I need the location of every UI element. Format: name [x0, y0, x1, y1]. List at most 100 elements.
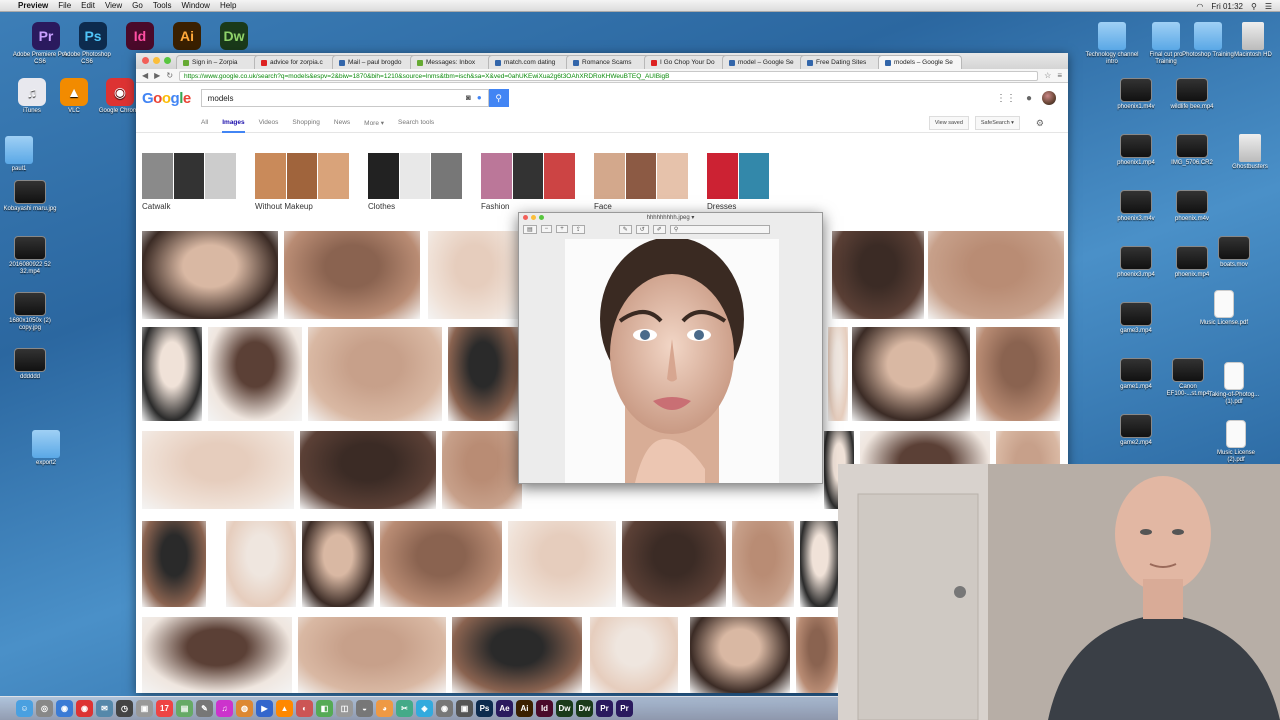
dock-app-icon[interactable]: ◉: [56, 700, 73, 717]
menu-window[interactable]: Window: [182, 1, 210, 10]
browser-tab[interactable]: match.com dating: [488, 55, 572, 69]
rotate-icon[interactable]: ↺: [635, 224, 649, 234]
desktop-icon[interactable]: phoenix1.m4v: [1108, 78, 1164, 111]
notifications-icon[interactable]: ●: [1026, 93, 1032, 104]
dock-app-icon[interactable]: ✂: [396, 700, 413, 717]
menu-edit[interactable]: Edit: [81, 1, 95, 10]
forward-icon[interactable]: ▶: [154, 71, 160, 80]
image-result-thumbnail[interactable]: [852, 327, 970, 421]
browser-tab[interactable]: advice for zorpia.c: [254, 55, 338, 69]
markup-icon[interactable]: ✎: [618, 224, 632, 234]
dock-app-icon[interactable]: Pr: [616, 700, 633, 717]
related-search-dresses[interactable]: Dresses: [707, 153, 802, 211]
dock-app-icon[interactable]: ◷: [116, 700, 133, 717]
image-result-thumbnail[interactable]: [142, 327, 202, 421]
image-result-thumbnail[interactable]: [142, 431, 294, 509]
browser-tab[interactable]: I Go Chop Your Do: [644, 55, 728, 69]
safesearch-button[interactable]: SafeSearch ▾: [974, 116, 1020, 130]
dock-app-icon[interactable]: Ae: [496, 700, 513, 717]
image-result-thumbnail[interactable]: [590, 617, 678, 693]
dock-app-icon[interactable]: ✎: [196, 700, 213, 717]
zoom-button[interactable]: [164, 57, 171, 64]
desktop-icon[interactable]: IMG_5706.CR2: [1164, 134, 1220, 167]
tab-images[interactable]: Images: [222, 119, 245, 133]
search-icon[interactable]: ⚲: [669, 224, 770, 234]
browser-tab[interactable]: Mail – paul brogdo: [332, 55, 416, 69]
search-icon[interactable]: ⚲: [1251, 2, 1257, 11]
reload-icon[interactable]: ↻: [166, 71, 173, 80]
preview-zoom-button[interactable]: [539, 215, 544, 220]
dock-app-icon[interactable]: ▶: [256, 700, 273, 717]
image-result-thumbnail[interactable]: [622, 521, 726, 607]
image-result-thumbnail[interactable]: [732, 521, 794, 607]
list-icon[interactable]: ☰: [1265, 2, 1272, 11]
menu-go[interactable]: Go: [132, 1, 143, 10]
view-saved-button[interactable]: View saved: [928, 116, 969, 130]
browser-tab[interactable]: model – Google Se: [722, 55, 806, 69]
dock-app-icon[interactable]: ▤: [176, 700, 193, 717]
dock-app-icon[interactable]: Ai: [516, 700, 533, 717]
image-result-thumbnail[interactable]: [508, 521, 616, 607]
dock-app-icon[interactable]: ◍: [236, 700, 253, 717]
related-search-face[interactable]: Face: [594, 153, 689, 211]
dock-app-icon[interactable]: ▣: [456, 700, 473, 717]
menu-view[interactable]: View: [105, 1, 122, 10]
desktop-icon[interactable]: 1680x1050x (2) copy.jpg: [2, 292, 58, 332]
dock-app-icon[interactable]: ◉: [76, 700, 93, 717]
clock[interactable]: Fri 01:32: [1211, 2, 1243, 11]
search-button[interactable]: ⚲: [488, 89, 509, 107]
dock-app-icon[interactable]: Id: [536, 700, 553, 717]
desktop-icon[interactable]: Kobayashi maru.jpg: [2, 180, 58, 213]
sidebar-icon[interactable]: ▤: [523, 224, 537, 234]
preview-titlebar[interactable]: hhhhhhhhh.jpeg ▾: [519, 213, 822, 223]
image-result-thumbnail[interactable]: [428, 231, 520, 319]
desktop-icon[interactable]: paul1: [0, 136, 47, 173]
desktop-icon[interactable]: phoenix.m4v: [1164, 190, 1220, 223]
dock-app-icon[interactable]: ▲: [276, 700, 293, 717]
tab-videos[interactable]: Videos: [259, 119, 279, 126]
menu-app-name[interactable]: Preview: [18, 1, 48, 10]
image-result-thumbnail[interactable]: [142, 521, 206, 607]
dock-app-icon[interactable]: Ps: [476, 700, 493, 717]
desktop-icon[interactable]: phoenix3.mp4: [1108, 246, 1164, 279]
related-search-clothes[interactable]: Clothes: [368, 153, 463, 211]
gear-icon[interactable]: ⚙: [1036, 118, 1044, 129]
tab-all[interactable]: All: [201, 119, 208, 126]
app-icon-dw[interactable]: Dw: [206, 22, 262, 52]
desktop-icon[interactable]: Technology channel intro: [1084, 22, 1140, 66]
image-result-thumbnail[interactable]: [284, 231, 420, 319]
dock-app-icon[interactable]: Dw: [556, 700, 573, 717]
menu-file[interactable]: File: [58, 1, 71, 10]
dock-app-icon[interactable]: ✉: [96, 700, 113, 717]
back-icon[interactable]: ◀: [142, 71, 148, 80]
menu-icon[interactable]: ≡: [1057, 71, 1062, 80]
desktop-icon[interactable]: phoenix3.m4v: [1108, 190, 1164, 223]
image-result-thumbnail[interactable]: [208, 327, 302, 421]
image-result-thumbnail[interactable]: [832, 231, 924, 319]
desktop-icon[interactable]: Macintosh HD: [1225, 22, 1280, 59]
edit-icon[interactable]: ✐: [652, 224, 666, 234]
image-result-thumbnail[interactable]: [442, 431, 522, 509]
dock-app-icon[interactable]: ◎: [36, 700, 53, 717]
minimize-button[interactable]: [153, 57, 160, 64]
image-result-thumbnail[interactable]: [142, 231, 278, 319]
desktop-icon[interactable]: export2: [18, 430, 74, 467]
desktop-icon[interactable]: 2016080922 52 32.mp4: [2, 236, 58, 276]
desktop-icon[interactable]: Music License.pdf: [1196, 290, 1252, 327]
share-icon[interactable]: ⇪: [571, 224, 585, 234]
search-input[interactable]: models ◙ ●: [200, 89, 489, 107]
apps-grid-icon[interactable]: ⋮⋮: [996, 93, 1016, 104]
desktop-icon[interactable]: Ghostbusters: [1222, 134, 1278, 171]
address-bar[interactable]: https://www.google.co.uk/search?q=models…: [179, 70, 1039, 81]
zoom-out-icon[interactable]: −: [540, 225, 553, 233]
dock-app-icon[interactable]: ◈: [416, 700, 433, 717]
browser-tab[interactable]: Free Dating Sites: [800, 55, 884, 69]
browser-tab[interactable]: Messages: Inbox: [410, 55, 494, 69]
desktop-icon[interactable]: phoenix1.mp4: [1108, 134, 1164, 167]
tab-news[interactable]: News: [334, 119, 350, 126]
image-result-thumbnail[interactable]: [690, 617, 790, 693]
dock-app-icon[interactable]: ♫: [216, 700, 233, 717]
preview-window[interactable]: hhhhhhhhh.jpeg ▾ ▤ − + ⇪ ✎ ↺ ✐ ⚲: [518, 212, 823, 484]
dock-app-icon[interactable]: ▣: [136, 700, 153, 717]
dock-app-icon[interactable]: ◫: [336, 700, 353, 717]
